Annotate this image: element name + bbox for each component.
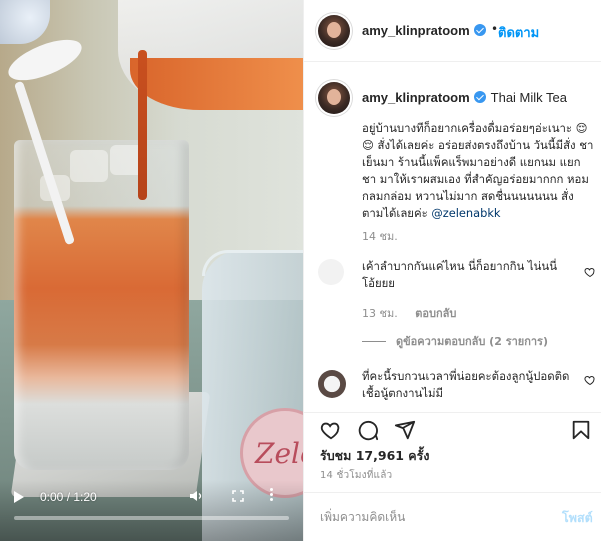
verified-badge-icon xyxy=(473,24,486,36)
video-controls: 0:00 / 1:20 xyxy=(0,480,303,541)
cup-logo-text: Zele xyxy=(255,437,303,470)
bookmark-icon[interactable] xyxy=(570,419,592,441)
follow-button[interactable]: ติดตาม xyxy=(498,22,539,43)
fullscreen-icon[interactable] xyxy=(232,490,244,502)
comment-text: เค้าลำบากกันแค่ไหน นี่ก็อยากกิน ไน่นนี่ … xyxy=(362,259,557,290)
caption-text: อยู่บ้านบางทีก็อยากเครื่องดื่มอร่อยๆอ่ะเ… xyxy=(362,121,594,220)
header-username[interactable]: amy_klinpratoom xyxy=(362,23,486,38)
action-bar xyxy=(304,412,601,450)
view-replies-line xyxy=(362,341,386,342)
add-comment-bar: โพสต์ xyxy=(304,492,601,541)
comment-item: ที่คะนี้รบกวนเวลาพี่น่อยคะต้องลูกนู้ปอดต… xyxy=(304,368,601,412)
video-progress-bar[interactable] xyxy=(14,516,289,520)
caption-mention-link[interactable]: @zelenabkk xyxy=(431,206,500,220)
play-icon[interactable] xyxy=(14,491,24,503)
comment-icon[interactable] xyxy=(357,419,379,441)
plastic-cup-rim xyxy=(202,250,303,276)
reply-button[interactable]: ตอบกลับ xyxy=(415,307,456,320)
post-header: amy_klinpratoom • ติดตาม xyxy=(304,0,601,62)
caption-timestamp[interactable]: 14 ชม. xyxy=(362,227,398,245)
video-time: 0:00 / 1:20 xyxy=(40,490,97,504)
comment-input[interactable] xyxy=(320,507,540,527)
view-replies-button[interactable]: ดูข้อความตอบกลับ (2 รายการ) xyxy=(362,332,548,350)
comment-item: เค้าลำบากกันแค่ไหน นี่ก็อยากกิน ไน่นนี่ … xyxy=(304,252,601,320)
caption-avatar[interactable] xyxy=(318,82,350,114)
post-timestamp[interactable]: 14 ชั่วโมงที่แล้ว xyxy=(320,468,392,483)
tea-stream xyxy=(138,50,147,200)
volume-icon[interactable] xyxy=(188,488,204,504)
avatar[interactable] xyxy=(318,15,350,47)
caption-username[interactable]: amy_klinpratoom xyxy=(362,90,486,105)
more-options-icon[interactable] xyxy=(268,488,274,504)
heart-icon[interactable] xyxy=(320,419,342,441)
ice-cube xyxy=(70,150,108,182)
commenter-avatar[interactable] xyxy=(318,370,346,398)
post-comment-button[interactable]: โพสต์ xyxy=(562,508,593,528)
comment-like-heart-icon[interactable] xyxy=(584,266,596,278)
caption-header: amy_klinpratoom Thai Milk Tea xyxy=(362,87,567,106)
view-count[interactable]: รับชม 17,961 ครั้ง xyxy=(320,446,430,466)
verified-badge-icon xyxy=(473,91,486,103)
comment-timestamp[interactable]: 13 ชม. xyxy=(362,307,398,320)
comment-like-heart-icon[interactable] xyxy=(584,374,596,386)
comment-text: ที่คะนี้รบกวนเวลาพี่น่อยคะต้องลูกนู้ปอดต… xyxy=(362,369,570,400)
caption-title: Thai Milk Tea xyxy=(490,90,567,105)
video-player[interactable]: Zele 0:00 / 1:20 xyxy=(0,0,303,541)
commenter-avatar[interactable] xyxy=(318,259,344,285)
comment-meta: 13 ชม. ตอบกลับ xyxy=(362,304,456,322)
share-icon[interactable] xyxy=(394,419,416,441)
post-panel: amy_klinpratoom • ติดตาม amy_klinpratoom… xyxy=(303,0,601,541)
